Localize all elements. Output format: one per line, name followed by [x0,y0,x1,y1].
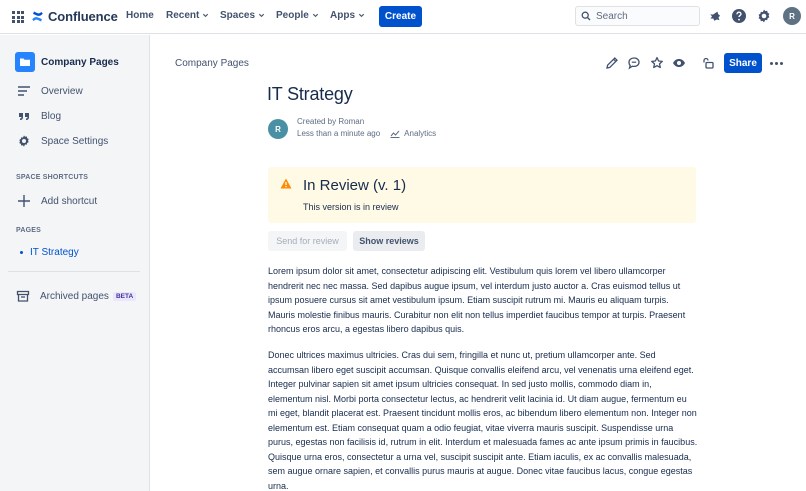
sidebar-divider [8,271,140,272]
page-tree-item-it-strategy[interactable]: IT Strategy [20,247,79,258]
create-button[interactable]: Create [379,6,422,27]
search-input[interactable]: Search [575,6,700,26]
sidebar: Company Pages Overview Blog Space Settin… [0,35,150,491]
body-paragraph-2: Donec ultrices maximus ultricies. Cras d… [268,350,698,491]
nav-home-label: Home [126,10,154,21]
last-updated-time: Less than a minute ago [297,129,381,138]
chevron-down-icon [358,13,365,18]
plus-icon [18,195,30,207]
top-navigation: Confluence Home Recent Spaces People App… [0,0,806,34]
watch-eye-icon[interactable] [672,56,686,70]
sidebar-item-space-settings[interactable]: Space Settings [17,134,108,148]
archive-box-icon [16,290,30,302]
quote-icon [19,113,29,120]
nav-apps-label: Apps [330,10,355,21]
review-status-panel: In Review (v. 1) This version is in revi… [268,167,696,223]
nav-spaces-label: Spaces [220,10,256,21]
chevron-down-icon [312,13,318,18]
sidebar-item-space-settings-label: Space Settings [41,135,109,147]
nav-spaces[interactable]: Spaces [220,10,265,21]
nav-recent[interactable]: Recent [166,10,209,21]
review-title: In Review (v. 1) [303,177,407,194]
nav-people[interactable]: People [276,10,319,21]
page-title: IT Strategy [267,84,353,104]
byline-meta: Less than a minute ago Analytics [297,129,436,138]
nav-home[interactable]: Home [126,10,154,21]
space-folder-icon [15,52,35,72]
app-switcher-icon[interactable] [12,11,24,23]
archived-pages-link[interactable]: Archived pages BETA [16,289,137,303]
sidebar-item-blog[interactable]: Blog [17,109,61,123]
search-placeholder: Search [596,10,628,22]
user-avatar[interactable]: R [783,7,801,25]
archived-pages-label: Archived pages [40,290,109,302]
gear-icon [19,135,29,147]
settings-gear-icon[interactable] [756,8,772,24]
author-avatar[interactable]: R [268,119,288,139]
overview-lines-icon [18,86,30,96]
help-icon[interactable] [731,8,747,24]
chevron-down-icon [203,13,209,18]
warning-icon [280,178,292,189]
space-title: Company Pages [41,56,119,68]
breadcrumb[interactable]: Company Pages [175,58,249,69]
analytics-link[interactable]: Analytics [404,129,436,138]
comment-icon[interactable] [627,56,641,70]
sidebar-item-blog-label: Blog [41,110,62,122]
send-for-review-button[interactable]: Send for review [268,231,347,251]
space-shortcuts-heading: SPACE SHORTCUTS [16,174,89,181]
chevron-down-icon [258,13,265,18]
edit-pencil-icon[interactable] [605,56,619,70]
sidebar-item-overview-label: Overview [41,85,83,97]
share-button[interactable]: Share [724,53,762,73]
nav-people-label: People [276,10,309,21]
more-actions-icon[interactable] [770,62,783,65]
body-paragraph-1: Lorem ipsum dolor sit amet, consectetur … [268,266,686,334]
add-shortcut-label: Add shortcut [41,195,98,207]
bullet-icon [20,251,23,254]
confluence-logo-icon [32,11,43,22]
confluence-logo[interactable]: Confluence [31,9,118,24]
nav-apps[interactable]: Apps [330,10,365,21]
beta-badge: BETA [112,291,137,301]
pages-heading: PAGES [16,227,41,234]
space-header[interactable]: Company Pages [15,52,119,72]
search-icon [581,11,591,21]
page-tree-item-label: IT Strategy [30,247,79,258]
logo-text: Confluence [48,9,118,24]
restrictions-lock-icon[interactable] [701,56,715,70]
sidebar-item-overview[interactable]: Overview [17,84,83,98]
show-reviews-button[interactable]: Show reviews [353,231,425,251]
notification-bell-icon[interactable] [707,8,723,24]
nav-recent-label: Recent [166,10,200,21]
analytics-icon [390,130,400,138]
add-shortcut-button[interactable]: Add shortcut [17,194,97,208]
review-subtitle: This version is in review [303,202,399,212]
star-icon[interactable] [650,56,664,70]
created-by: Created by Roman [297,117,365,126]
